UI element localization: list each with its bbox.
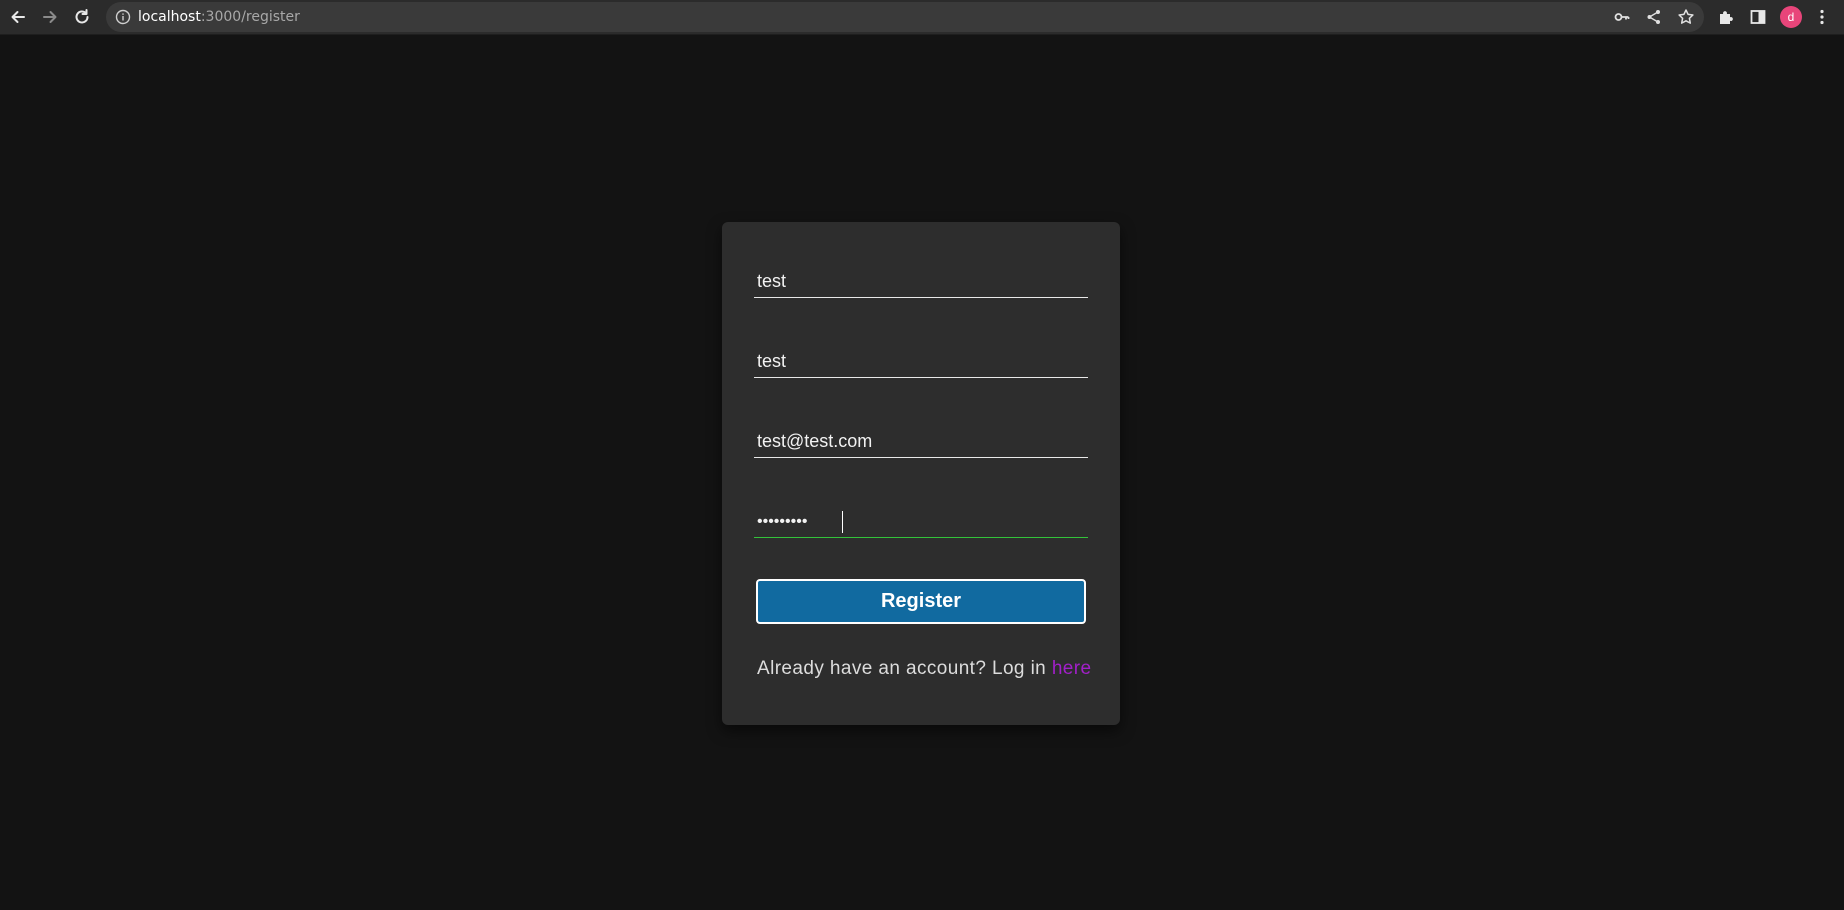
- side-panel-button[interactable]: [1748, 6, 1768, 28]
- last-name-input[interactable]: [754, 346, 1088, 377]
- info-icon[interactable]: [115, 9, 131, 25]
- profile-avatar[interactable]: d: [1780, 6, 1802, 28]
- register-card: Register Already have an account? Log in…: [722, 222, 1120, 725]
- bookmark-button[interactable]: [1677, 8, 1695, 26]
- key-icon: [1614, 13, 1630, 21]
- kebab-menu-icon: [1820, 9, 1824, 25]
- password-input[interactable]: [754, 506, 1088, 537]
- puzzle-icon: [1720, 11, 1733, 24]
- url-path: :3000/register: [200, 9, 300, 25]
- share-icon: [1647, 10, 1660, 24]
- extensions-button[interactable]: [1716, 6, 1736, 28]
- arrow-left-icon: [11, 11, 25, 23]
- browser-toolbar: localhost:3000/register d: [0, 0, 1844, 35]
- register-button[interactable]: Register: [756, 579, 1086, 624]
- email-field[interactable]: [754, 426, 1088, 458]
- url-text[interactable]: localhost:3000/register: [138, 9, 300, 25]
- forward-button[interactable]: [36, 4, 64, 30]
- login-prompt: Already have an account? Log in here: [757, 658, 1091, 680]
- login-link[interactable]: here: [1052, 658, 1092, 679]
- password-field[interactable]: [754, 506, 1088, 538]
- browser-menu-button[interactable]: [1812, 6, 1832, 28]
- text-caret: [842, 511, 843, 533]
- reload-icon: [75, 9, 89, 24]
- share-button[interactable]: [1645, 8, 1663, 26]
- url-host: localhost: [138, 9, 201, 25]
- password-button[interactable]: [1613, 8, 1631, 26]
- last-name-field[interactable]: [754, 346, 1088, 378]
- first-name-input[interactable]: [754, 266, 1088, 297]
- arrow-right-icon: [43, 11, 57, 23]
- back-button[interactable]: [4, 4, 32, 30]
- first-name-field[interactable]: [754, 266, 1088, 298]
- email-input[interactable]: [754, 426, 1088, 457]
- star-icon: [1678, 9, 1694, 24]
- login-prompt-text: Already have an account? Log in: [757, 658, 1052, 679]
- address-bar[interactable]: localhost:3000/register: [106, 2, 1704, 32]
- reload-button[interactable]: [68, 4, 96, 30]
- side-panel-icon: [1750, 10, 1766, 24]
